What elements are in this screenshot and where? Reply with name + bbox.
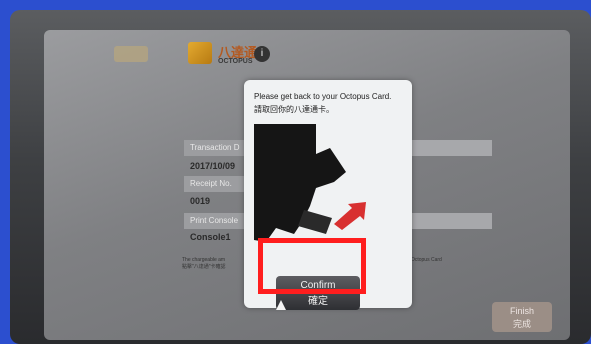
octopus-logo-icon [188,42,212,64]
confirm-highlight-box [258,238,366,294]
octopus-en-label: OCTOPUS [218,58,253,65]
return-arrow-icon [334,202,366,230]
finish-button-label-zh: 完成 [512,319,531,329]
finish-button[interactable]: Finish 完成 [492,302,552,332]
transaction-date-strip [404,140,492,156]
print-console-value: Console1 [190,232,231,242]
charge-note-zh: 點擊"八達通"卡確認 [182,264,226,270]
transaction-date-label: Transaction D [184,140,246,156]
brand-banner: 八達通 OCTOPUS i [114,40,314,72]
mouse-cursor-icon [276,300,286,310]
finish-button-label: Finish [509,306,534,316]
dialog-message-zh: 請取回你的八達通卡。 [254,105,334,114]
print-console-label: Print Console [184,213,246,229]
printer-brand-logo [114,46,148,62]
charge-note: The chargeable am 點擊"八達通"卡確認 [182,257,226,270]
receipt-number-label: Receipt No. [184,176,246,192]
transaction-date-value: 2017/10/09 [190,161,236,171]
dialog-message-en: Please get back to your Octopus Card. [254,92,392,101]
receipt-number-value: 0019 [190,196,211,206]
info-icon[interactable]: i [254,46,270,62]
print-console-strip [404,213,492,229]
